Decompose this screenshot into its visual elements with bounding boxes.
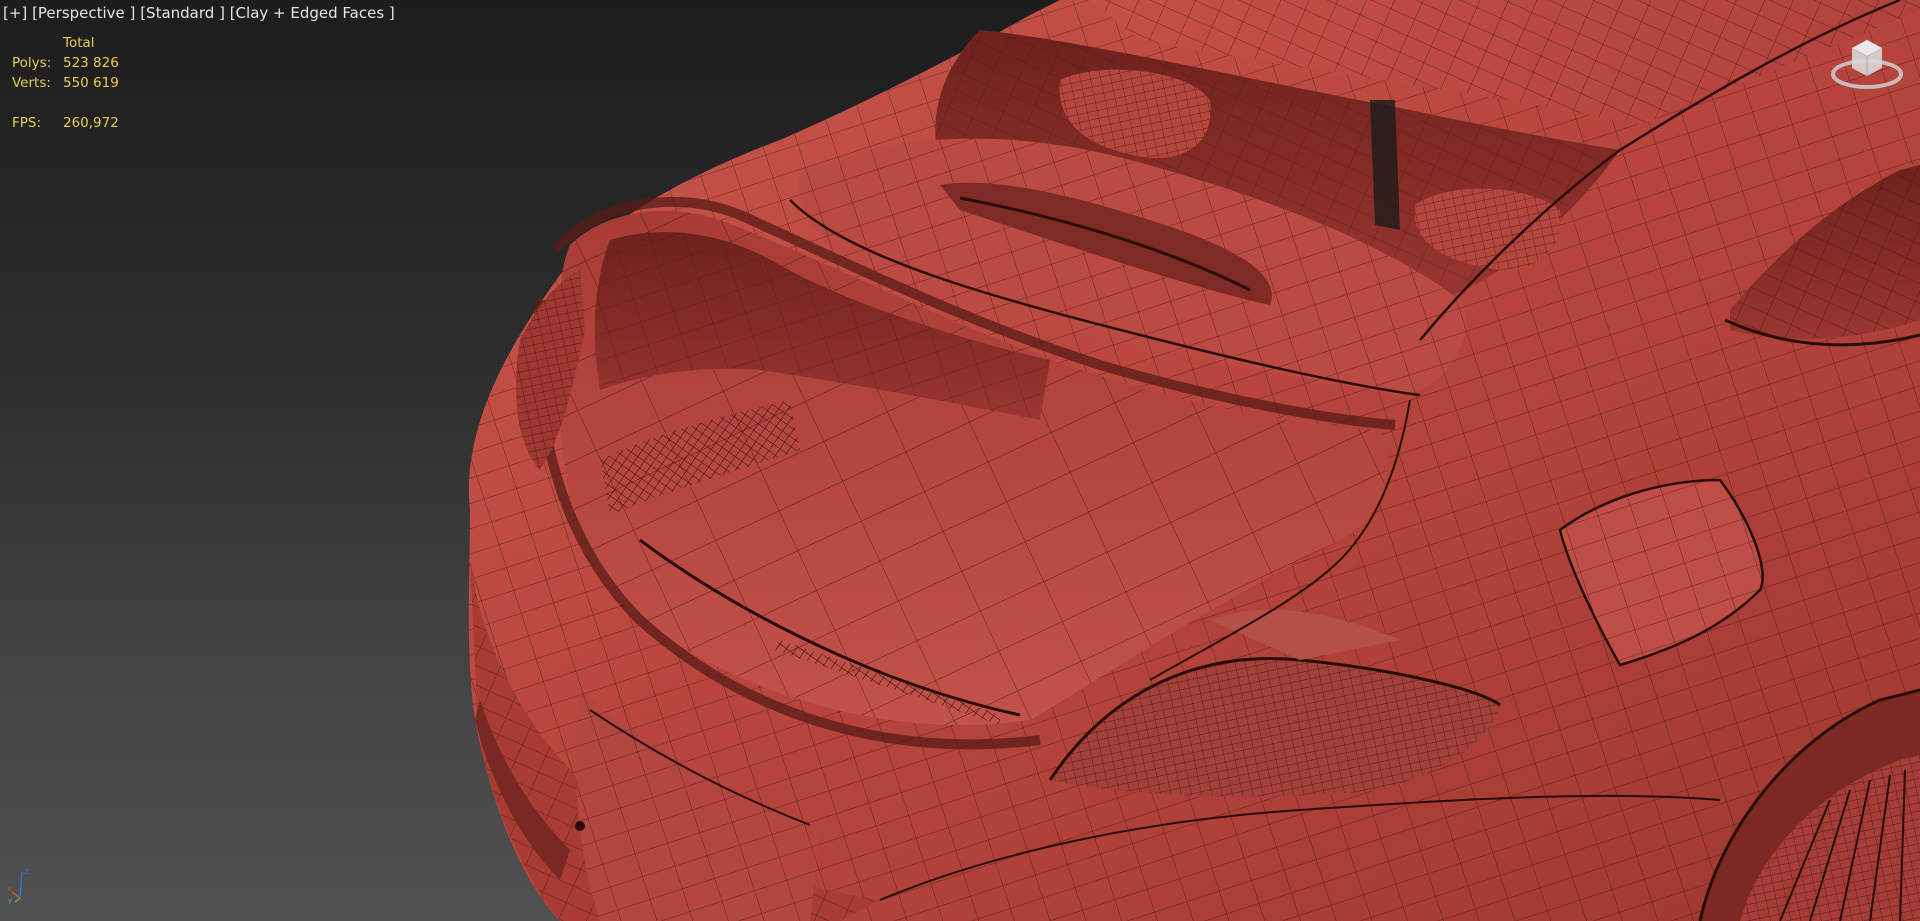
- fps-value: 260,972: [63, 115, 119, 131]
- axis-x-label: x: [7, 885, 11, 893]
- viewport-shading-standard-menu[interactable]: [Standard ]: [140, 4, 225, 22]
- viewport-general-menu[interactable]: [+]: [3, 4, 27, 22]
- viewcube-icon[interactable]: [1830, 30, 1904, 92]
- viewport-statistics: Total Polys: 523 826 Verts: 550 619 FPS:…: [12, 33, 119, 133]
- axis-y-label: y: [8, 897, 12, 904]
- viewport-display-mode-menu[interactable]: [Clay + Edged Faces ]: [230, 4, 395, 22]
- polys-label: Polys:: [12, 55, 52, 71]
- polys-value: 523 826: [63, 55, 119, 71]
- car-model-render: [468, 0, 1920, 921]
- viewport-point-of-view-menu[interactable]: [Perspective ]: [32, 4, 135, 22]
- viewport-label-bar: [+] [Perspective ] [Standard ] [Clay + E…: [3, 4, 395, 22]
- axis-z-label: z: [24, 867, 28, 876]
- perspective-viewport[interactable]: [+] [Perspective ] [Standard ] [Clay + E…: [0, 0, 1920, 921]
- fps-label: FPS:: [12, 115, 42, 131]
- verts-value: 550 619: [63, 75, 119, 91]
- axis-tripod-icon: z x y: [7, 867, 28, 904]
- verts-label: Verts:: [12, 75, 51, 91]
- stats-header: Total: [63, 35, 95, 51]
